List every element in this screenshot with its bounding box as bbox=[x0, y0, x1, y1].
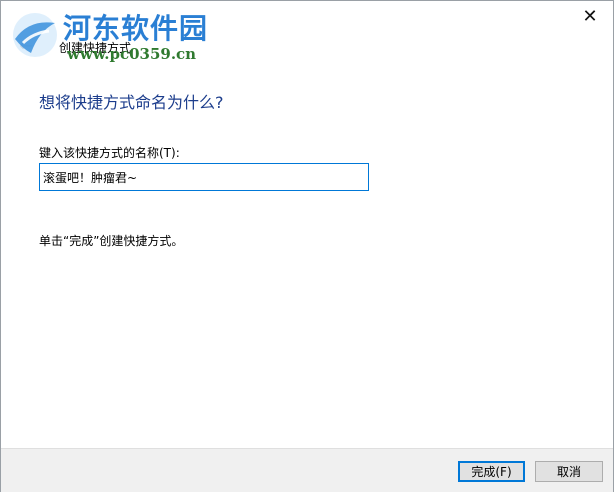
page-heading: 想将快捷方式命名为什么? bbox=[39, 93, 224, 112]
window-title: 创建快捷方式 bbox=[59, 41, 132, 55]
back-button[interactable]: ← bbox=[13, 34, 39, 56]
cancel-button[interactable]: 取消 bbox=[535, 461, 603, 482]
button-bar: 完成(F) 取消 bbox=[1, 448, 613, 492]
back-arrow-icon: ← bbox=[19, 35, 33, 55]
title-bar: ✕ ← 创建快捷方式 bbox=[1, 1, 613, 61]
create-shortcut-window: ✕ ← 创建快捷方式 河东软件园 www.pc0359.cn 想将快捷方式命名为… bbox=[0, 0, 614, 492]
close-icon: ✕ bbox=[582, 5, 598, 27]
shortcut-name-label: 键入该快捷方式的名称(T): bbox=[39, 146, 180, 160]
finish-button[interactable]: 完成(F) bbox=[458, 461, 525, 482]
close-button[interactable]: ✕ bbox=[567, 1, 613, 31]
finish-hint: 单击“完成”创建快捷方式。 bbox=[39, 234, 184, 248]
shortcut-name-input[interactable] bbox=[39, 163, 369, 191]
